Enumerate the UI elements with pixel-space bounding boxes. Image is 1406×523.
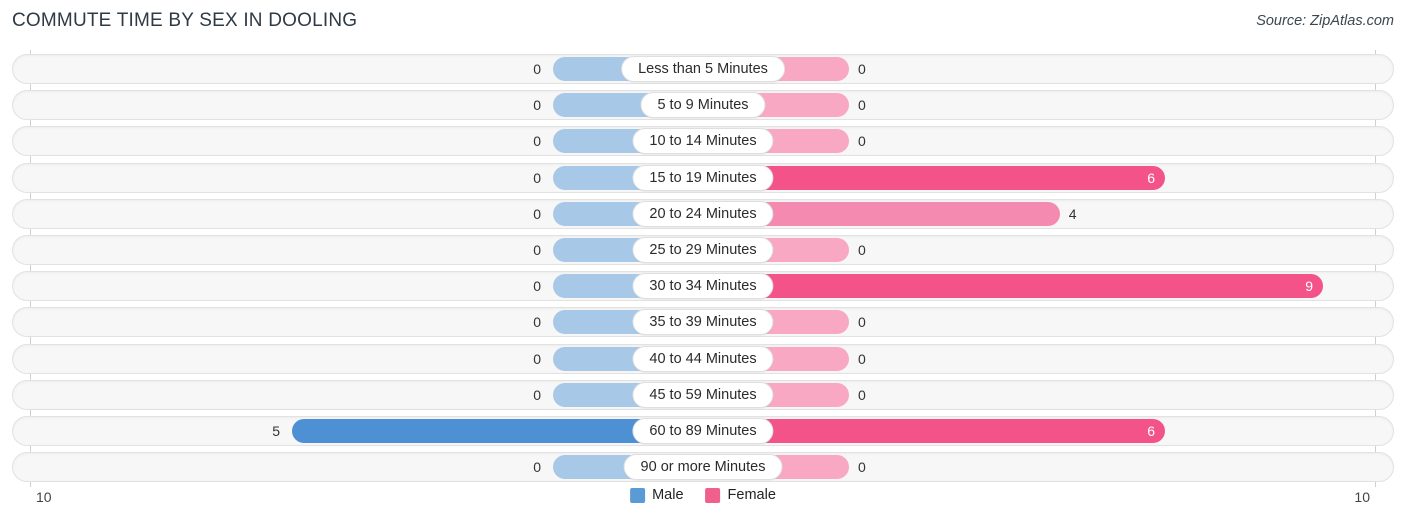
source-attribution: Source: ZipAtlas.com: [1256, 13, 1394, 29]
row-inner: 0 0 40 to 44 Minutes: [13, 345, 1393, 373]
category-label-pill[interactable]: 60 to 89 Minutes: [632, 418, 774, 444]
value-label-male: 0: [533, 61, 541, 77]
row-inner: 0 9 30 to 34 Minutes: [13, 272, 1393, 300]
legend-item-female[interactable]: Female: [705, 487, 776, 503]
category-label-pill[interactable]: 90 or more Minutes: [623, 454, 783, 481]
table-row[interactable]: 0 4 20 to 24 Minutes: [12, 198, 1394, 229]
table-row[interactable]: 0 0 45 to 59 Minutes: [12, 379, 1394, 410]
value-label-male: 0: [533, 350, 541, 367]
table-row[interactable]: 0 6 15 to 19 Minutes: [12, 162, 1394, 193]
value-label-male: 0: [533, 459, 541, 476]
row-inner: 0 0 5 to 9 Minutes: [13, 91, 1393, 119]
value-label-male: 0: [533, 386, 541, 403]
value-label-female: 0: [858, 242, 866, 258]
table-row[interactable]: 0 0 10 to 14 Minutes: [12, 126, 1394, 157]
category-label-pill[interactable]: 5 to 9 Minutes: [640, 92, 766, 119]
category-label-pill[interactable]: 25 to 29 Minutes: [632, 237, 774, 263]
value-label-female: 0: [858, 61, 866, 77]
chart-page: COMMUTE TIME BY SEX IN DOOLING Source: Z…: [0, 0, 1406, 523]
value-label-female: 0: [858, 459, 866, 476]
legend-swatch-male-icon: [630, 487, 646, 503]
value-label-female: 6: [1147, 423, 1155, 439]
value-label-male: 0: [533, 97, 541, 114]
axis-label-left: 10: [36, 489, 52, 505]
table-row[interactable]: 0 9 30 to 34 Minutes: [12, 271, 1394, 302]
row-inner: 0 6 15 to 19 Minutes: [13, 164, 1393, 192]
page-title: COMMUTE TIME BY SEX IN DOOLING: [12, 10, 358, 31]
table-row[interactable]: 0 0 35 to 39 Minutes: [12, 307, 1394, 338]
row-inner: 0 0 35 to 39 Minutes: [13, 308, 1393, 336]
table-row[interactable]: 5 6 60 to 89 Minutes: [12, 416, 1394, 446]
category-label-pill[interactable]: 40 to 44 Minutes: [632, 345, 774, 372]
row-inner: 0 0 25 to 29 Minutes: [13, 236, 1393, 264]
row-inner: 0 0 Less than 5 Minutes: [13, 55, 1393, 83]
value-label-male: 5: [272, 423, 280, 439]
row-inner: 0 0 90 or more Minutes: [13, 453, 1393, 481]
value-label-male: 0: [533, 133, 541, 150]
table-row[interactable]: 0 0 25 to 29 Minutes: [12, 235, 1394, 265]
table-row[interactable]: 0 0 40 to 44 Minutes: [12, 343, 1394, 374]
chart-legend: Male Female: [630, 487, 776, 503]
category-label-pill[interactable]: Less than 5 Minutes: [621, 56, 785, 82]
value-label-male: 0: [533, 169, 541, 186]
value-label-female: 0: [858, 133, 866, 150]
value-label-male: 0: [533, 242, 541, 258]
value-label-male: 0: [533, 205, 541, 222]
value-label-female: 6: [1147, 169, 1155, 186]
value-label-female: 9: [1305, 278, 1314, 295]
legend-label-female: Female: [727, 487, 776, 503]
table-row[interactable]: 0 0 5 to 9 Minutes: [12, 90, 1394, 121]
value-label-female: 0: [858, 97, 866, 114]
value-label-female: 0: [858, 350, 866, 367]
row-inner: 0 4 20 to 24 Minutes: [13, 200, 1393, 228]
row-inner: 0 0 45 to 59 Minutes: [13, 381, 1393, 409]
legend-label-male: Male: [652, 487, 684, 503]
legend-item-male[interactable]: Male: [630, 487, 684, 503]
value-label-female: 0: [858, 386, 866, 403]
value-label-female: 0: [858, 314, 866, 331]
category-label-pill[interactable]: 45 to 59 Minutes: [632, 381, 774, 408]
row-inner: 0 0 10 to 14 Minutes: [13, 127, 1393, 155]
category-label-pill[interactable]: 10 to 14 Minutes: [632, 128, 774, 155]
value-label-female: 4: [1068, 205, 1077, 222]
category-label-pill[interactable]: 15 to 19 Minutes: [632, 164, 774, 191]
legend-swatch-female-icon: [705, 487, 721, 503]
plot-area: 0 0 Less than 5 Minutes 0 0 5 to 9 Minutes 0 0 1…: [0, 50, 1406, 487]
axis-label-right: 10: [1354, 489, 1370, 505]
category-label-pill[interactable]: 35 to 39 Minutes: [632, 309, 774, 336]
bar-female[interactable]: [704, 274, 1324, 299]
value-label-male: 0: [533, 278, 541, 295]
table-row[interactable]: 0 0 90 or more Minutes: [12, 452, 1394, 483]
table-row[interactable]: 0 0 Less than 5 Minutes: [12, 54, 1394, 84]
category-label-pill[interactable]: 30 to 34 Minutes: [632, 273, 774, 300]
row-inner: 5 6 60 to 89 Minutes: [13, 417, 1393, 445]
value-label-male: 0: [533, 314, 541, 331]
category-label-pill[interactable]: 20 to 24 Minutes: [632, 200, 774, 227]
